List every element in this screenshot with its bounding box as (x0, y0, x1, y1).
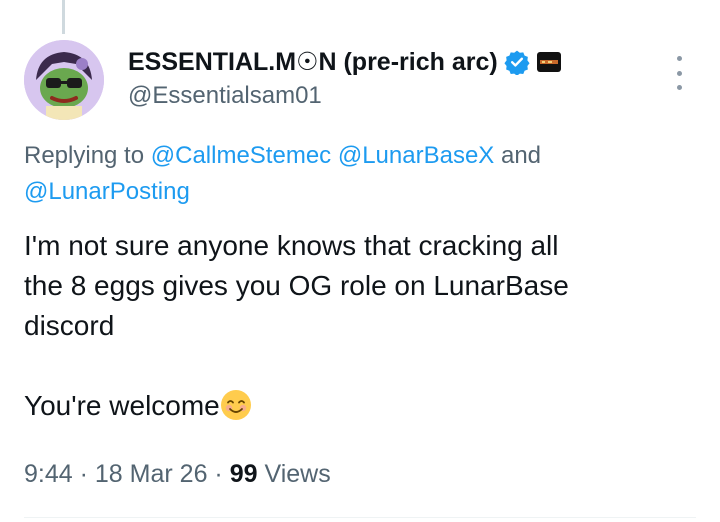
more-dot (676, 85, 682, 90)
tweet-time[interactable]: 9:44 (24, 460, 73, 488)
replying-joiner: and (500, 142, 542, 169)
separator: · (214, 460, 223, 488)
tweet-date[interactable]: 18 Mar 26 (95, 460, 208, 488)
more-dot (676, 70, 682, 76)
more-dot (676, 56, 682, 61)
divider (24, 517, 696, 518)
display-name[interactable]: ESSENTIAL.M☉N (pre-rich arc) (128, 47, 498, 77)
tweet-closing-text: You're welcome (24, 390, 220, 421)
tweet-metadata: 9:44 · 18 Mar 26 · 99 Views (24, 460, 331, 489)
tweet-closing-line: You're welcome (24, 386, 696, 426)
mention-link[interactable]: @LunarBaseX (338, 142, 494, 169)
smiling-face-emoji (220, 390, 251, 420)
thread-connector-line (62, 0, 65, 34)
tweet-text-line: I'm not sure anyone knows that cracking … (24, 230, 559, 261)
avatar[interactable] (24, 40, 104, 120)
avatar-image (24, 40, 104, 120)
replying-to: Replying to @CallmeStemec @LunarBaseX an… (24, 138, 684, 210)
mention-link[interactable]: @CallmeStemec (151, 142, 331, 169)
verified-badge-icon[interactable] (504, 49, 530, 75)
author-name-row: ESSENTIAL.M☉N (pre-rich arc) (128, 46, 562, 78)
separator: · (79, 460, 88, 488)
author-handle[interactable]: @Essentialsam01 (128, 82, 322, 110)
views-label: Views (264, 460, 331, 488)
more-options-icon[interactable] (672, 56, 686, 90)
tweet-text: I'm not sure anyone knows that cracking … (24, 226, 696, 426)
affiliate-badge-icon[interactable] (536, 50, 562, 74)
views-count[interactable]: 99 (230, 460, 258, 488)
tweet-text-line: the 8 eggs gives you OG role on LunarBas… (24, 270, 569, 301)
mention-link[interactable]: @LunarPosting (24, 178, 190, 205)
tweet-text-line: discord (24, 310, 115, 341)
replying-label: Replying to (24, 142, 145, 169)
